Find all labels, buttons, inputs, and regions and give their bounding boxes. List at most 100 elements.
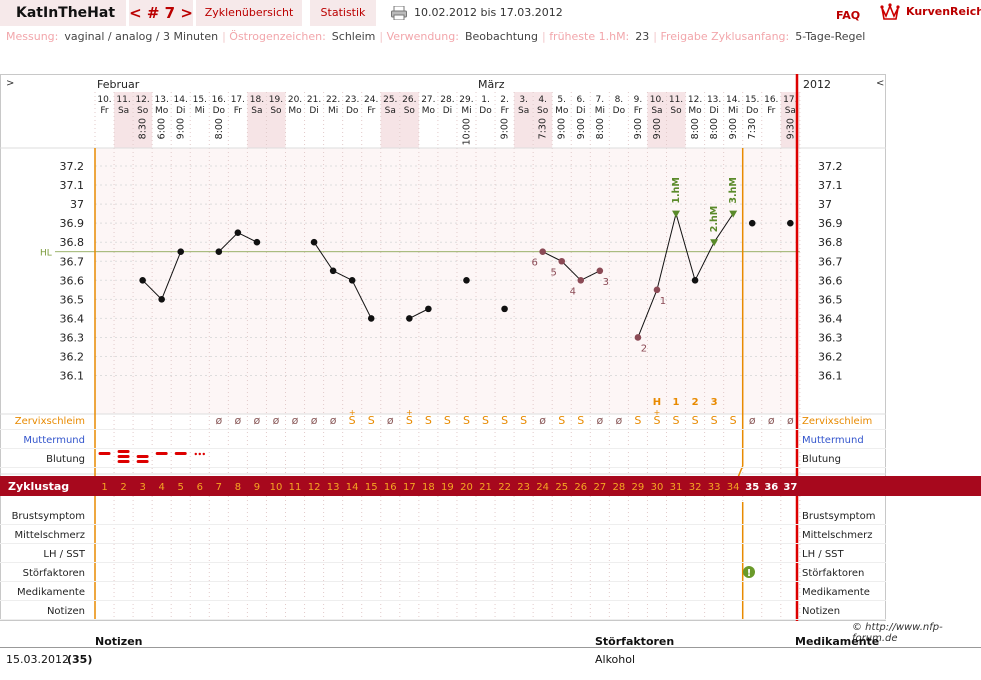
cycle-day-number: 20 [460, 482, 473, 493]
time-label: 8:00 [709, 118, 720, 139]
weekday-label: Di [443, 106, 452, 116]
temp-point [787, 219, 794, 227]
temp-point [253, 238, 261, 246]
weekday-label: Sa [651, 106, 662, 116]
cycle-day-number: 29 [632, 482, 645, 493]
temp-point [329, 267, 337, 275]
cycle-day-number: 9 [254, 482, 260, 493]
printer-icon[interactable] [391, 6, 407, 20]
weekday-label: So [537, 106, 549, 116]
date-label: 19. [269, 95, 283, 105]
weekday-label: Sa [385, 106, 396, 116]
mucus-symbol: S [692, 414, 699, 427]
mucus-symbol: ø [215, 414, 222, 427]
faq-link[interactable]: FAQ [836, 9, 860, 22]
time-label: 9:00 [633, 118, 644, 139]
row-label-notizen: Notizen [47, 606, 85, 617]
note-stoerfaktor: Alkohol [595, 653, 636, 666]
date-label: 16. [212, 95, 226, 105]
date-label: 6. [576, 95, 585, 105]
date-label: 26. [402, 95, 416, 105]
temp-point [691, 277, 699, 284]
brand-name[interactable]: KurvenReich [906, 5, 981, 18]
date-label: 13. [155, 95, 169, 105]
cycle-day-number: 28 [613, 482, 626, 493]
temp-point [653, 286, 661, 294]
cycle-day-number: 13 [327, 482, 340, 493]
y-tick-label: 36.7 [60, 255, 85, 268]
row-label-mittel: Mittelschmerz [802, 530, 872, 541]
date-label: 8. [615, 95, 624, 105]
next-cycle-arrow[interactable]: < [876, 78, 884, 89]
weekday-label: Fr [100, 106, 109, 116]
y-tick-label: 36.3 [818, 331, 843, 344]
temp-point [501, 305, 508, 313]
mucus-symbol: S [463, 414, 470, 427]
bleeding-mark [198, 452, 201, 456]
weekday-label: Fr [500, 106, 509, 116]
mucus-symbol: S [558, 414, 565, 427]
y-tick-label: 36.1 [818, 370, 843, 383]
mucus-symbol: ø [539, 414, 546, 427]
tab-statistics[interactable]: Statistik [310, 0, 376, 26]
weekday-label: Di [176, 106, 185, 116]
bleeding-mark [136, 455, 149, 458]
weekday-label: Di [309, 106, 318, 116]
mucus-symbol: ø [768, 414, 775, 427]
year-label: 2012 [803, 78, 831, 91]
weekday-label: Sa [251, 106, 262, 116]
y-tick-label: 36.3 [60, 331, 85, 344]
row-label-brust: Brustsymptom [12, 511, 85, 522]
mucus-plus: + [349, 408, 356, 417]
bleeding-mark [98, 452, 111, 455]
bleeding-mark [136, 460, 149, 463]
cycle-day-number: 5 [178, 482, 184, 493]
temp-point [310, 238, 318, 246]
date-label: 10. [650, 95, 664, 105]
row-label-muttermund: Muttermund [802, 435, 864, 446]
y-tick-label: 36.2 [818, 351, 843, 364]
row-label-stoer: Störfaktoren [802, 568, 864, 579]
tab-overview[interactable]: Zyklenübersicht [196, 0, 302, 26]
mucus-symbol: ø [330, 414, 337, 427]
y-tick-label: 36.1 [60, 370, 85, 383]
cycle-navigator[interactable]: < # 7 > [129, 0, 193, 26]
date-label: 18. [250, 95, 264, 105]
weekday-label: Di [576, 106, 585, 116]
temp-point [463, 277, 470, 284]
y-tick-label: 36.9 [60, 217, 85, 230]
date-label: 3. [519, 95, 528, 105]
messung-label: Messung: [6, 30, 59, 43]
weekday-label: Mi [595, 106, 605, 116]
temp-point [634, 334, 642, 341]
temp-point [406, 315, 413, 322]
weekday-label: Mi [461, 106, 471, 116]
date-label: 2. [500, 95, 509, 105]
peak-label: 3 [711, 397, 718, 408]
time-label: 9:00 [176, 118, 187, 139]
note-cycle-day: (35) [67, 653, 93, 666]
temp-point [748, 219, 756, 227]
weekday-label: So [670, 106, 682, 116]
cycle-day-number: 2 [120, 482, 126, 493]
cycle-day-number: 22 [498, 482, 511, 493]
y-tick-label: 36.5 [60, 293, 85, 306]
crown-logo-icon[interactable] [880, 2, 900, 22]
cycle-day-number: 17 [403, 482, 416, 493]
date-label: 27. [421, 95, 435, 105]
y-tick-label: 37.1 [60, 179, 85, 192]
temp-point [348, 277, 356, 284]
weekday-label: Fr [367, 106, 376, 116]
mucus-plus: + [406, 408, 413, 417]
peak-label: 2 [692, 397, 699, 408]
peak-label: 1 [673, 397, 680, 408]
weekday-label: Do [746, 106, 759, 116]
time-label: 9:00 [652, 118, 663, 139]
row-label-medi: Medikamente [17, 587, 85, 598]
cycle-day-number: 33 [708, 482, 721, 493]
date-label: 22. [326, 95, 340, 105]
mucus-plus: + [654, 408, 661, 417]
prev-cycle-arrow[interactable]: > [6, 78, 14, 89]
weekday-label: Mo [155, 106, 169, 116]
row-label-lh: LH / SST [43, 549, 86, 560]
